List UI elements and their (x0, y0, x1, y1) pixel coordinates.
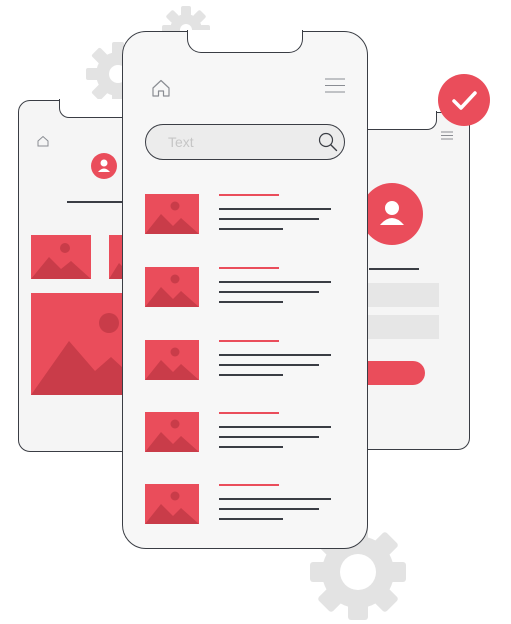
large-image-icon (31, 293, 135, 395)
image-icon (31, 235, 91, 279)
image-icon (145, 267, 199, 307)
list-item[interactable] (145, 267, 345, 311)
check-icon (452, 91, 477, 110)
item-text-line (219, 301, 283, 303)
front-phone: Text (122, 30, 368, 549)
list-item[interactable] (145, 340, 345, 384)
list-item[interactable] (145, 484, 345, 528)
image-icon (145, 484, 199, 524)
image-icon (145, 412, 199, 452)
menu-icon[interactable] (325, 78, 345, 93)
user-icon (91, 153, 117, 179)
item-title-line (219, 194, 279, 196)
item-text-line (219, 508, 319, 510)
menu-icon (441, 131, 453, 140)
submit-button[interactable] (367, 361, 425, 385)
item-text-line (219, 426, 331, 428)
item-text-line (219, 291, 319, 293)
profile-underline (369, 268, 419, 270)
user-icon (361, 183, 423, 245)
form-field[interactable] (367, 315, 439, 339)
form-field[interactable] (367, 283, 439, 307)
item-title-line (219, 412, 279, 414)
home-icon[interactable] (151, 78, 171, 98)
item-text-line (219, 436, 319, 438)
item-title-line (219, 267, 279, 269)
item-text-line (219, 518, 283, 520)
image-icon (145, 194, 199, 234)
home-icon (37, 135, 49, 147)
image-icon (145, 340, 199, 380)
phone-notch (187, 30, 303, 53)
item-title-line (219, 484, 279, 486)
item-title-line (219, 340, 279, 342)
item-text-line (219, 354, 331, 356)
list-item[interactable] (145, 412, 345, 456)
item-text-line (219, 498, 331, 500)
list-item[interactable] (145, 194, 345, 238)
item-text-line (219, 208, 331, 210)
item-text-line (219, 218, 319, 220)
item-text-line (219, 374, 283, 376)
item-text-line (219, 446, 283, 448)
search-placeholder: Text (168, 134, 194, 150)
search-input[interactable]: Text (145, 124, 345, 160)
item-text-line (219, 364, 319, 366)
image-icon (109, 235, 123, 279)
item-text-line (219, 281, 331, 283)
search-icon[interactable] (318, 132, 338, 152)
item-text-line (219, 228, 283, 230)
check-badge (438, 74, 490, 126)
